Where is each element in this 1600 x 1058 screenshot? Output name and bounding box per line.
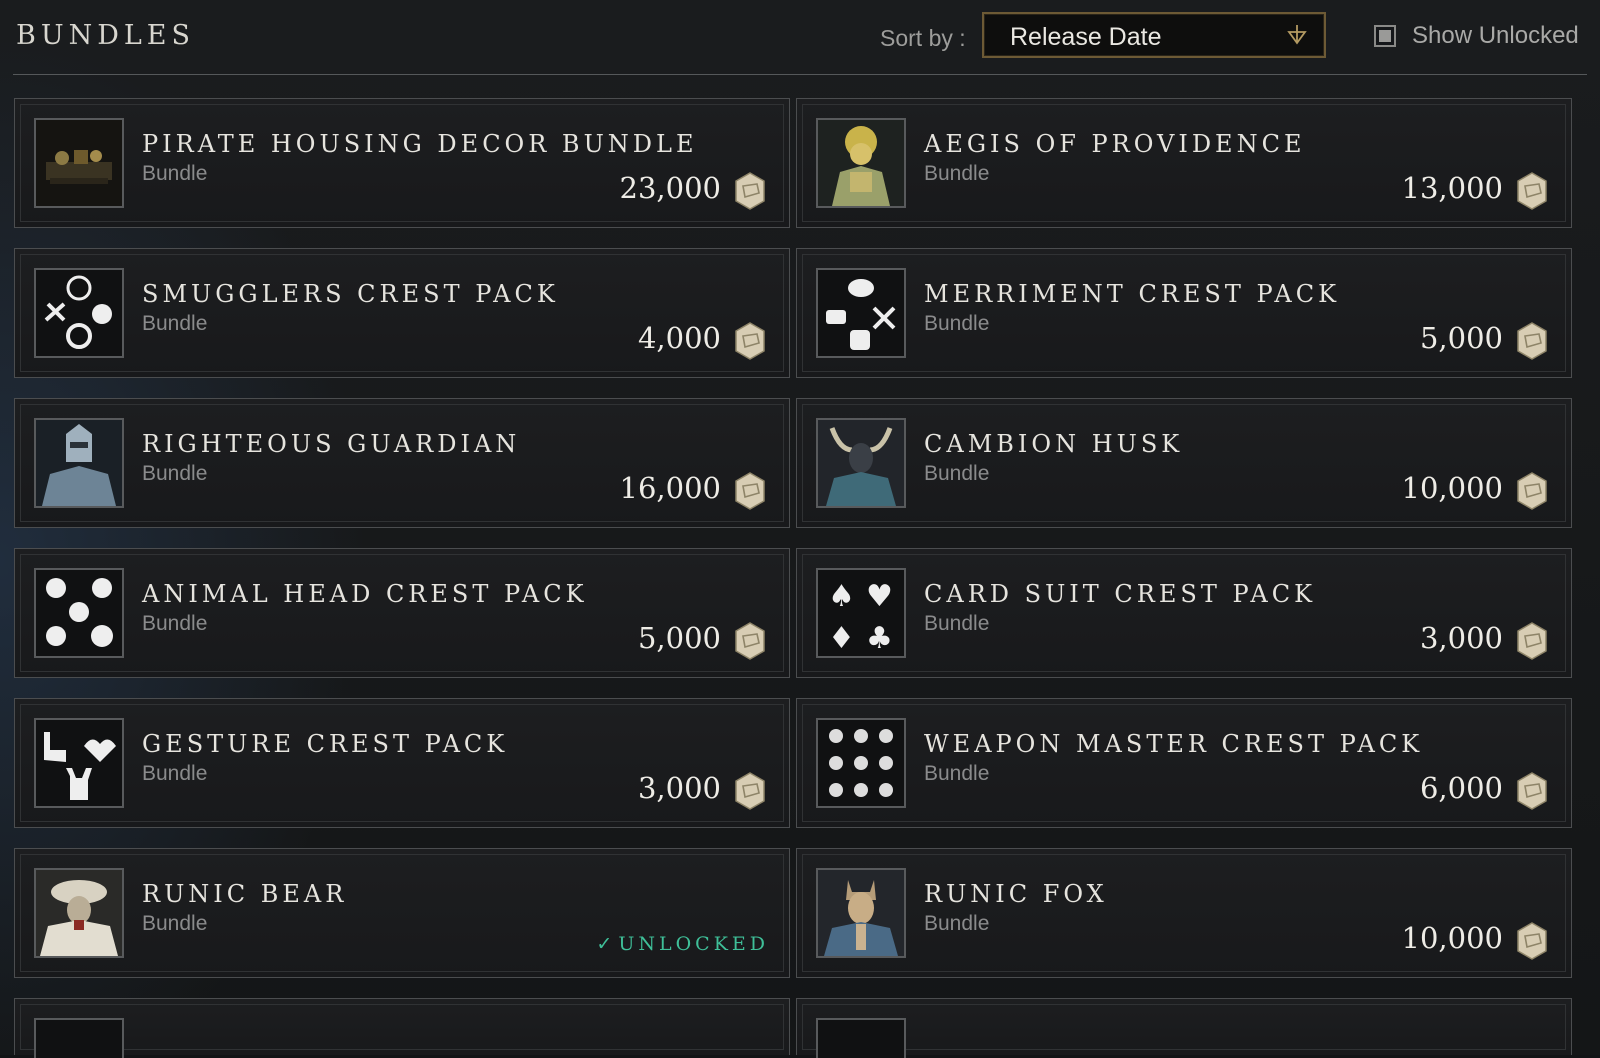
weapon-master-crest-icon [816,718,906,808]
bundle-type: Bundle [142,762,208,785]
sort-by-label: Sort by : [880,25,966,51]
bundle-card[interactable]: CAMBION HUSK Bundle 10,000 [796,398,1572,528]
bundle-card[interactable]: ♠ ♥ ♦ ♣ CARD SUIT CREST PACK Bundle 3,00… [796,548,1572,678]
bundle-name: RIGHTEOUS GUARDIAN [142,430,521,458]
bundle-type: Bundle [924,162,990,185]
bundle-card-partial[interactable] [796,998,1572,1058]
bundle-type: Bundle [142,162,208,185]
coin-icon [1517,922,1547,960]
righteous-guardian-icon [34,418,124,508]
page-header: BUNDLES Sort by : Release Date Show Unlo… [0,0,1600,76]
bundle-type: Bundle [142,462,208,485]
bundle-price: 23,000 [619,171,721,205]
coin-icon [1517,472,1547,510]
runic-bear-icon [34,868,124,958]
bundle-card[interactable]: AEGIS OF PROVIDENCE Bundle 13,000 [796,98,1572,228]
bundle-card[interactable]: SMUGGLERS CREST PACK Bundle 4,000 [14,248,790,378]
bundle-card[interactable]: PIRATE HOUSING DECOR BUNDLE Bundle 23,00… [14,98,790,228]
bundle-name: GESTURE CREST PACK [142,730,509,758]
gesture-crest-icon [34,718,124,808]
bundle-name: ANIMAL HEAD CREST PACK [142,580,588,608]
bundle-type: Bundle [924,912,990,935]
coin-icon [735,172,765,210]
bundle-name: PIRATE HOUSING DECOR BUNDLE [142,130,698,158]
svg-text:♦: ♦ [828,621,855,656]
pirate-decor-icon [34,118,124,208]
bundle-type: Bundle [924,612,990,635]
bundle-type: Bundle [924,312,990,335]
smugglers-crest-icon [34,268,124,358]
bundle-card[interactable]: RIGHTEOUS GUARDIAN Bundle 16,000 [14,398,790,528]
bundle-thumbnail [34,1018,124,1058]
sort-dropdown[interactable]: Release Date [982,12,1326,58]
bundle-card[interactable]: WEAPON MASTER CREST PACK Bundle 6,000 [796,698,1572,828]
bundle-type: Bundle [142,312,208,335]
show-unlocked-checkbox[interactable] [1374,25,1396,47]
bundle-name: RUNIC FOX [924,880,1108,908]
bundle-name: MERRIMENT CREST PACK [924,280,1341,308]
bundle-type: Bundle [924,762,990,785]
show-unlocked-toggle[interactable]: Show Unlocked [1374,22,1594,52]
coin-icon [1517,772,1547,810]
bundle-price: 13,000 [1401,171,1503,205]
coin-icon [1517,622,1547,660]
bundle-name: SMUGGLERS CREST PACK [142,280,559,308]
bundle-type: Bundle [142,912,208,935]
unlocked-label: UNLOCKED [618,933,769,955]
coin-icon [1517,172,1547,210]
bundle-price: 5,000 [1419,321,1503,355]
bundle-name: AEGIS OF PROVIDENCE [924,130,1306,158]
unlocked-badge: ✓ UNLOCKED [596,933,769,955]
header-divider [13,74,1587,75]
bundle-price: 16,000 [619,471,721,505]
bundle-type: Bundle [142,612,208,635]
page-title: BUNDLES [16,20,196,51]
sort-direction-arrow-icon [1287,25,1307,45]
bundle-price: 10,000 [1401,471,1503,505]
coin-icon [735,772,765,810]
show-unlocked-label: Show Unlocked [1412,22,1579,49]
bundle-price: 3,000 [1419,621,1503,655]
sort-value: Release Date [1010,23,1162,51]
runic-fox-icon [816,868,906,958]
aegis-armor-icon [816,118,906,208]
bundle-thumbnail [816,1018,906,1058]
svg-text:♠: ♠ [828,579,855,614]
animal-crest-icon [34,568,124,658]
coin-icon [735,322,765,360]
checkmark-icon: ✓ [596,933,613,955]
svg-text:♣: ♣ [866,621,893,656]
bundle-name: CARD SUIT CREST PACK [924,580,1317,608]
bundle-price: 4,000 [637,321,721,355]
merriment-crest-icon [816,268,906,358]
bundle-price: 3,000 [637,771,721,805]
bundle-card[interactable]: RUNIC BEAR Bundle ✓ UNLOCKED [14,848,790,978]
bundle-price: 10,000 [1401,921,1503,955]
bundle-type: Bundle [924,462,990,485]
coin-icon [735,472,765,510]
bundle-name: WEAPON MASTER CREST PACK [924,730,1424,758]
bundle-card[interactable]: ANIMAL HEAD CREST PACK Bundle 5,000 [14,548,790,678]
svg-text:♥: ♥ [866,579,893,614]
bundle-name: RUNIC BEAR [142,880,348,908]
bundle-name: CAMBION HUSK [924,430,1184,458]
bundle-card[interactable]: MERRIMENT CREST PACK Bundle 5,000 [796,248,1572,378]
coin-icon [1517,322,1547,360]
card-suit-crest-icon: ♠ ♥ ♦ ♣ [816,568,906,658]
bundle-card-partial[interactable] [14,998,790,1058]
bundle-card[interactable]: RUNIC FOX Bundle 10,000 [796,848,1572,978]
bundle-price: 6,000 [1419,771,1503,805]
coin-icon [735,622,765,660]
bundle-price: 5,000 [637,621,721,655]
bundle-card[interactable]: GESTURE CREST PACK Bundle 3,000 [14,698,790,828]
cambion-husk-icon [816,418,906,508]
